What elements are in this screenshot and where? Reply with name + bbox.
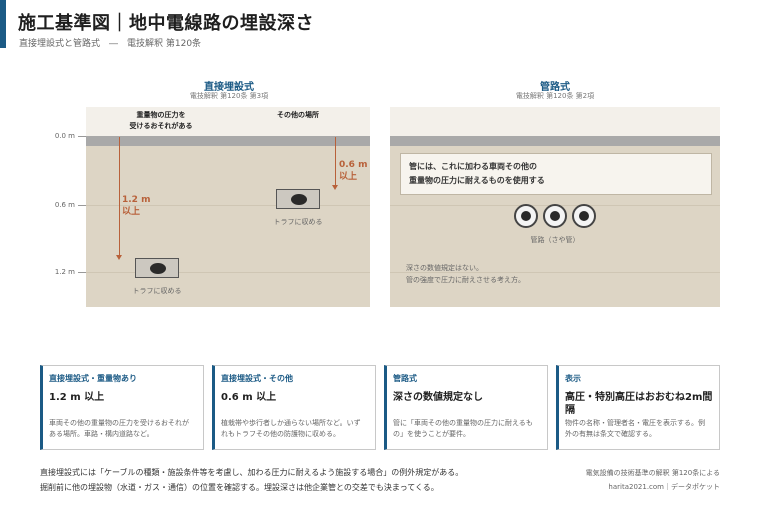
dimension-arrow-other: [332, 185, 338, 190]
card-description: 車両その他の重量物の圧力を受けるおそれが ある場所。車路・構内道路など。: [49, 419, 189, 438]
dimension-arrow-heavy: [116, 255, 122, 260]
depth-tick-mark-06: [78, 205, 86, 206]
card-heading: 管路式: [393, 374, 417, 383]
conduit-panel: 管には、これに加わる車両その他の 重量物の圧力に耐えるものを使用する 管路（さや…: [390, 107, 720, 307]
dimension-label-heavy: 1.2 m 以上: [122, 195, 151, 217]
card-value: 0.6 m 以上: [221, 392, 277, 403]
footer-note-excavation: 掘削前に他の埋設物（水道・ガス・通信）の位置を確認する。埋設深さは他企業管との交…: [40, 483, 439, 492]
depth-tick-mark-12: [78, 272, 86, 273]
cable-icon: [150, 263, 166, 274]
conduit-pipe-icon: [514, 204, 538, 228]
card-conduit: 管路式 深さの数値規定なし 管に「車両その他の重量物の圧力に耐えるも の」を使う…: [384, 365, 548, 450]
card-heading: 直接埋設式・重量物あり: [49, 374, 137, 383]
card-value: 深さの数値規定なし: [393, 392, 483, 403]
depth-tick-mark-0: [78, 136, 86, 137]
trough-heavy: [135, 258, 179, 278]
left-panel-subtitle: 電技解釈 第120条 第3項: [189, 92, 269, 100]
conduit-requirement-note: 管には、これに加わる車両その他の 重量物の圧力に耐えるものを使用する: [400, 153, 712, 195]
dimension-label-other: 0.6 m 以上: [339, 160, 368, 182]
card-direct-other: 直接埋設式・その他 0.6 m 以上 植栽帯や歩行者しか通らない場所など。いず …: [212, 365, 376, 450]
depth-tick-0: 0.0 m: [54, 132, 75, 140]
source-site: harita2021.com｜データポケット: [608, 483, 720, 491]
source-citation: 電気設備の技術基準の解釈 第120条による: [585, 469, 720, 477]
direct-burial-panel: 重量物の圧力を 受けるおそれがある その他の場所 1.2 m 以上 0.6 m …: [86, 107, 370, 307]
ground-surface: [390, 136, 720, 146]
card-value: 高圧・特別高圧はおおむね2m間隔: [565, 392, 713, 416]
card-description: 植栽帯や歩行者しか通らない場所など。いず れもトラフその他の防護物に収める。: [221, 419, 361, 438]
conduit-pipe-icon: [543, 204, 567, 228]
trough-label-other: トラフに収める: [273, 218, 323, 226]
depth-tick-06: 0.6 m: [54, 201, 75, 209]
card-heading: 直接埋設式・その他: [221, 374, 293, 383]
card-description: 物件の名称・管理者名・電圧を表示する。例 外の有無は条文で確認する。: [565, 419, 705, 438]
card-heading: 表示: [565, 374, 581, 383]
cable-icon: [291, 194, 307, 205]
card-direct-heavy: 直接埋設式・重量物あり 1.2 m 以上 車両その他の重量物の圧力を受けるおそれ…: [40, 365, 204, 450]
conduit-pipe-icon: [572, 204, 596, 228]
depth-tick-12: 1.2 m: [54, 268, 75, 276]
trough-other: [276, 189, 320, 209]
footer-note-exception: 直接埋設式には「ケーブルの種類・施設条件等を考慮し、加わる圧力に耐えるよう施設す…: [40, 468, 464, 477]
trough-label-heavy: トラフに収める: [132, 287, 182, 295]
page-subtitle: 直接埋設式と管路式 ― 電技解釈 第120条: [19, 39, 202, 49]
conduit-pipe-label: 管路（さや管）: [530, 236, 580, 244]
dimension-line-other: [335, 137, 336, 185]
context-heavy-load: 重量物の圧力を 受けるおそれがある: [129, 111, 193, 130]
card-value: 1.2 m 以上: [49, 392, 105, 403]
card-marking: 表示 高圧・特別高圧はおおむね2m間隔 物件の名称・管理者名・電圧を表示する。例…: [556, 365, 720, 450]
page-title: 施工基準図｜地中電線路の埋設深さ: [18, 13, 314, 34]
title-accent-bar: [0, 0, 6, 48]
context-other-places: その他の場所: [277, 111, 319, 119]
conduit-depth-note: 深さの数値規定はない。 管の強度で圧力に耐えさせる考え方。: [406, 264, 525, 284]
ground-surface: [86, 136, 370, 146]
right-panel-subtitle: 電技解釈 第120条 第2項: [515, 92, 595, 100]
card-description: 管に「車両その他の重量物の圧力に耐えるも の」を使うことが要件。: [393, 419, 533, 438]
dimension-line-heavy: [119, 137, 120, 255]
